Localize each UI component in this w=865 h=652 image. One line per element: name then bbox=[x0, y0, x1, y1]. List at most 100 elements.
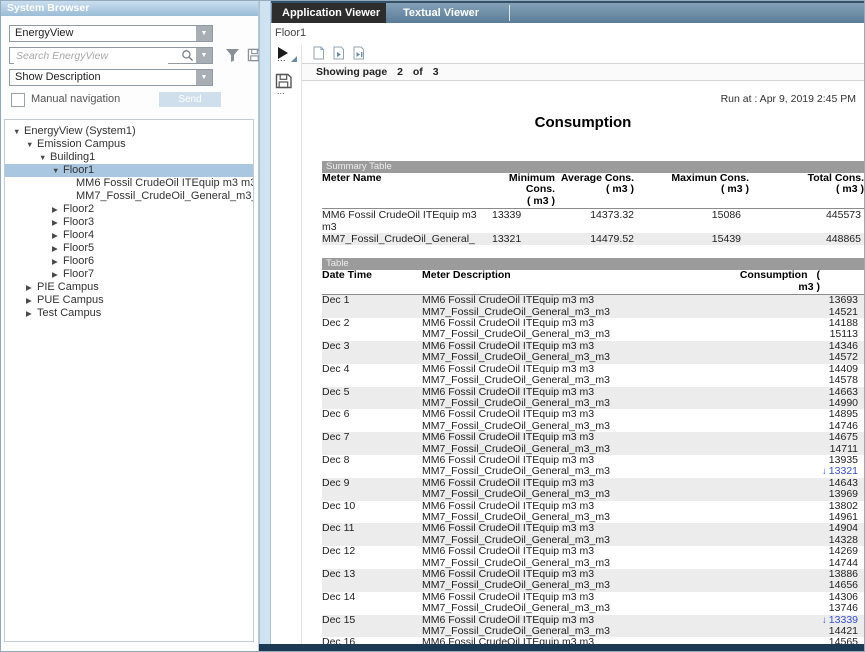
consumption-table: Date Time Meter Description Consumption(… bbox=[322, 270, 864, 652]
tree-item-floor4[interactable]: ▶Floor4 bbox=[5, 229, 253, 242]
meter-name-cell: MM6 Fossil CrudeOil ITEquip m3 m3 bbox=[322, 209, 492, 233]
expander-closed-icon[interactable]: ▶ bbox=[26, 294, 37, 307]
tab-textual-viewer[interactable]: Textual Viewer bbox=[393, 3, 505, 23]
summary-value-cell: 13339 bbox=[492, 209, 555, 233]
tree-item-building1[interactable]: ▼Building1 bbox=[5, 151, 253, 164]
display-mode-selector[interactable]: Show Description ▼ bbox=[9, 69, 213, 86]
consumption-row: Dec 6MM6 Fossil CrudeOil ITEquip m3 m314… bbox=[322, 409, 864, 420]
date-cell: Dec 10 bbox=[322, 501, 422, 524]
search-row: ▼ bbox=[9, 47, 258, 69]
meter-description-cell: MM7_Fossil_CrudeOil_General_m3_m3 bbox=[422, 398, 734, 409]
summary-value-cell: 13321 bbox=[492, 233, 555, 245]
meter-description-cell: MM7_Fossil_CrudeOil_General_m3_m3 bbox=[422, 603, 734, 614]
expander-open-icon[interactable]: ▼ bbox=[52, 164, 63, 177]
search-input[interactable] bbox=[14, 48, 168, 64]
tree-item-label: Test Campus bbox=[37, 307, 101, 319]
corner-triangle-icon bbox=[291, 56, 297, 62]
panel-splitter[interactable] bbox=[259, 1, 271, 651]
tree-item-label: EnergyView (System1) bbox=[24, 125, 136, 137]
min-value-arrow-icon: ↓ bbox=[822, 466, 827, 477]
page-last-icon[interactable] bbox=[352, 46, 366, 65]
report-viewer: Showing page 2 of 3 Run at : Apr 9, 2019… bbox=[301, 45, 864, 644]
page-next-icon[interactable] bbox=[332, 46, 345, 65]
meter-description-cell: MM6 Fossil CrudeOil ITEquip m3 m3 bbox=[422, 455, 734, 466]
application-window: System Browser EnergyView ▼ ▼ bbox=[0, 0, 865, 652]
meter-description-cell: MM6 Fossil CrudeOil ITEquip m3 m3 bbox=[422, 501, 734, 512]
tree-item-pue-campus[interactable]: ▶PUE Campus bbox=[5, 294, 253, 307]
date-cell: Dec 12 bbox=[322, 546, 422, 569]
summary-table: Meter Name Minimum Cons.( m3 )Average Co… bbox=[322, 173, 864, 245]
meter-description-cell: MM7_Fossil_CrudeOil_General_m3_m3 bbox=[422, 329, 734, 340]
bottom-border-bar bbox=[259, 644, 864, 651]
context-label: Floor1 bbox=[275, 27, 306, 39]
send-button[interactable]: Send bbox=[159, 92, 221, 107]
tree-item-mm6-fossil-crudeoil-itequip-m3-m3[interactable]: MM6 Fossil CrudeOil ITEquip m3 m3 bbox=[5, 177, 253, 190]
expander-closed-icon[interactable]: ▶ bbox=[52, 229, 63, 242]
meter-description-cell: MM6 Fossil CrudeOil ITEquip m3 m3 bbox=[422, 615, 734, 626]
tree-item-floor7[interactable]: ▶Floor7 bbox=[5, 268, 253, 281]
expander-closed-icon[interactable]: ▶ bbox=[52, 203, 63, 216]
chevron-down-icon[interactable]: ▼ bbox=[196, 70, 212, 85]
save-report-button[interactable]: ... bbox=[271, 73, 301, 99]
tree-item-energyview-system1-[interactable]: ▼EnergyView (System1) bbox=[5, 125, 253, 138]
filter-icon[interactable] bbox=[225, 48, 240, 67]
run-report-button[interactable]: ... bbox=[271, 45, 301, 69]
consumption-row: Dec 4MM6 Fossil CrudeOil ITEquip m3 m314… bbox=[322, 364, 864, 375]
expander-closed-icon[interactable]: ▶ bbox=[52, 255, 63, 268]
detail-section: Table Date Time Meter Description Consum… bbox=[322, 258, 864, 652]
tab-application-viewer[interactable]: Application Viewer bbox=[272, 3, 386, 23]
meter-description-cell: MM6 Fossil CrudeOil ITEquip m3 m3 bbox=[422, 387, 734, 398]
manual-navigation-checkbox[interactable] bbox=[11, 93, 25, 107]
expander-open-icon[interactable]: ▼ bbox=[13, 125, 24, 138]
search-options-chevron-icon[interactable]: ▼ bbox=[196, 48, 212, 63]
summary-value-cell: 14373.32 bbox=[555, 209, 634, 233]
summary-col-1: Average Cons.( m3 ) bbox=[555, 173, 634, 209]
summary-value-cell: 448865 bbox=[749, 233, 864, 245]
consumption-row: Dec 8MM6 Fossil CrudeOil ITEquip m3 m313… bbox=[322, 455, 864, 466]
tree-item-test-campus[interactable]: ▶Test Campus bbox=[5, 307, 253, 320]
expander-open-icon[interactable]: ▼ bbox=[26, 138, 37, 151]
date-cell: Dec 2 bbox=[322, 318, 422, 341]
view-selector-value: EnergyView bbox=[15, 27, 74, 39]
consumption-row: Dec 12MM6 Fossil CrudeOil ITEquip m3 m31… bbox=[322, 546, 864, 557]
tree-item-floor1[interactable]: ▼Floor1 bbox=[5, 164, 253, 177]
summary-col-3: Total Cons.( m3 ) bbox=[749, 173, 864, 209]
report-title: Consumption bbox=[302, 114, 864, 131]
system-browser-title: System Browser bbox=[1, 1, 258, 16]
expander-closed-icon[interactable]: ▶ bbox=[52, 216, 63, 229]
expander-closed-icon[interactable]: ▶ bbox=[52, 242, 63, 255]
tree-item-emission-campus[interactable]: ▼Emission Campus bbox=[5, 138, 253, 151]
date-cell: Dec 6 bbox=[322, 409, 422, 432]
meter-description-cell: MM7_Fossil_CrudeOil_General_m3_m3 bbox=[422, 375, 734, 386]
tree-item-floor3[interactable]: ▶Floor3 bbox=[5, 216, 253, 229]
tree-item-pie-campus[interactable]: ▶PIE Campus bbox=[5, 281, 253, 294]
meter-description-cell: MM6 Fossil CrudeOil ITEquip m3 m3 bbox=[422, 592, 734, 603]
page-first-icon[interactable] bbox=[312, 46, 325, 65]
summary-row: MM7_Fossil_CrudeOil_General_1332114479.5… bbox=[322, 233, 864, 245]
consumption-row: Dec 1MM6 Fossil CrudeOil ITEquip m3 m313… bbox=[322, 295, 864, 307]
date-cell: Dec 15 bbox=[322, 615, 422, 638]
meter-description-cell: MM7_Fossil_CrudeOil_General_m3_m3 bbox=[422, 352, 734, 363]
tree-item-floor5[interactable]: ▶Floor5 bbox=[5, 242, 253, 255]
tree-item-label: Floor4 bbox=[63, 229, 94, 241]
search-icon[interactable] bbox=[181, 49, 194, 67]
paging-current: 2 bbox=[397, 66, 403, 78]
system-browser-panel: System Browser EnergyView ▼ ▼ bbox=[1, 1, 259, 651]
expander-closed-icon[interactable]: ▶ bbox=[26, 307, 37, 320]
tree-item-floor6[interactable]: ▶Floor6 bbox=[5, 255, 253, 268]
tree-item-label: Floor2 bbox=[63, 203, 94, 215]
system-tree: ▼EnergyView (System1)▼Emission Campus▼Bu… bbox=[4, 119, 254, 642]
expander-closed-icon[interactable]: ▶ bbox=[52, 268, 63, 281]
display-mode-value: Show Description bbox=[15, 71, 101, 83]
meter-description-cell: MM6 Fossil CrudeOil ITEquip m3 m3 bbox=[422, 523, 734, 534]
consumption-value-cell: 13969 bbox=[734, 489, 864, 500]
tree-item-mm7-fossil-crudeoil-general-m3-m3[interactable]: MM7_Fossil_CrudeOil_General_m3_m3 bbox=[5, 190, 253, 203]
meter-description-cell: MM7_Fossil_CrudeOil_General_m3_m3 bbox=[422, 421, 734, 432]
consumption-row: Dec 7MM6 Fossil CrudeOil ITEquip m3 m314… bbox=[322, 432, 864, 443]
expander-open-icon[interactable]: ▼ bbox=[39, 151, 50, 164]
expander-closed-icon[interactable]: ▶ bbox=[26, 281, 37, 294]
chevron-down-icon[interactable]: ▼ bbox=[196, 26, 212, 41]
view-selector[interactable]: EnergyView ▼ bbox=[9, 25, 213, 42]
tree-item-floor2[interactable]: ▶Floor2 bbox=[5, 203, 253, 216]
summary-row: MM6 Fossil CrudeOil ITEquip m3 m31333914… bbox=[322, 209, 864, 233]
